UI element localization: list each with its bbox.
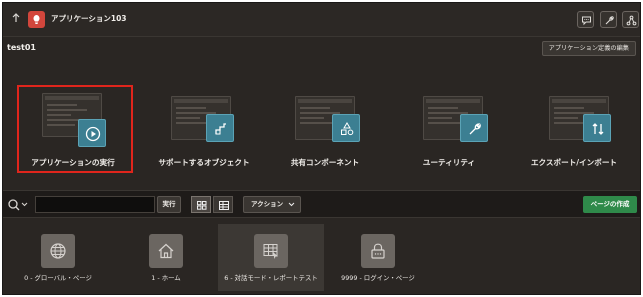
page-card-report-test[interactable]: 6 - 対話モード・レポートテスト	[218, 224, 324, 291]
report-grid-icon	[254, 234, 288, 268]
edit-application-definition-button[interactable]: アプリケーション定義の編集	[541, 41, 636, 56]
actions-label: アクション	[251, 200, 284, 208]
go-button[interactable]: 実行	[157, 196, 181, 213]
objects-icon	[206, 114, 234, 142]
wrench-icon[interactable]	[600, 11, 617, 28]
create-page-button[interactable]: ページの作成	[583, 196, 637, 213]
table-view-icon[interactable]	[213, 196, 233, 213]
tile-supporting-objects[interactable]: サポートするオブジェクト	[144, 73, 264, 183]
pages-grid: 0 - グローバル・ページ 1 - ホーム 6 - 対話モード・レポートテスト …	[3, 221, 640, 294]
grid-view-icon[interactable]	[191, 196, 211, 213]
top-bar: アプリケーション103	[3, 3, 640, 37]
home-icon	[149, 234, 183, 268]
lamp-icon	[28, 11, 45, 28]
play-icon	[78, 119, 106, 147]
arrow-up-icon[interactable]	[9, 13, 23, 27]
page-card-label: 6 - 対話モード・レポートテスト	[224, 274, 318, 282]
page-card-login[interactable]: 9999 - ログイン・ページ	[325, 224, 431, 291]
page-card-label: 9999 - ログイン・ページ	[341, 274, 415, 282]
chevron-down-icon	[288, 197, 295, 218]
tile-label: ユーティリティ	[422, 158, 476, 167]
tile-run-application[interactable]: アプリケーションの実行	[17, 85, 133, 173]
app-title[interactable]: アプリケーション103	[51, 13, 127, 24]
page-card-label: 0 - グローバル・ページ	[24, 274, 92, 282]
actions-menu-button[interactable]: アクション	[243, 196, 301, 213]
page-title: test01	[7, 43, 36, 52]
lock-icon	[361, 234, 395, 268]
chat-icon[interactable]	[577, 11, 594, 28]
wrench-icon	[460, 114, 488, 142]
page-card-home[interactable]: 1 - ホーム	[113, 224, 219, 291]
page-header: test01 アプリケーション定義の編集	[3, 38, 640, 60]
page-card-label: 1 - ホーム	[151, 274, 181, 282]
dashboard-tiles: アプリケーションの実行 サポートするオブジェクト 共有コンポーネント ユーティリ…	[3, 73, 640, 183]
swap-arrows-icon	[583, 114, 611, 142]
tile-label: 共有コンポーネント	[290, 158, 360, 167]
search-input[interactable]	[35, 196, 155, 213]
tile-label: サポートするオブジェクト	[158, 158, 250, 167]
search-icon[interactable]	[7, 197, 33, 213]
share-icon[interactable]	[622, 11, 639, 28]
tile-label: エクスポート/インポート	[530, 158, 618, 167]
tile-export-import[interactable]: エクスポート/インポート	[514, 73, 634, 183]
shapes-icon	[332, 114, 360, 142]
globe-icon	[41, 234, 75, 268]
tile-shared-components[interactable]: 共有コンポーネント	[265, 73, 385, 183]
tile-label: アプリケーションの実行	[31, 158, 115, 167]
tile-utilities[interactable]: ユーティリティ	[389, 73, 509, 183]
app-builder-window: アプリケーション103 test01 アプリケーション定義の編集 アプリケーショ…	[2, 2, 641, 295]
page-card-global[interactable]: 0 - グローバル・ページ	[5, 224, 111, 291]
page-toolbar: 実行 アクション ページの作成	[3, 190, 640, 218]
